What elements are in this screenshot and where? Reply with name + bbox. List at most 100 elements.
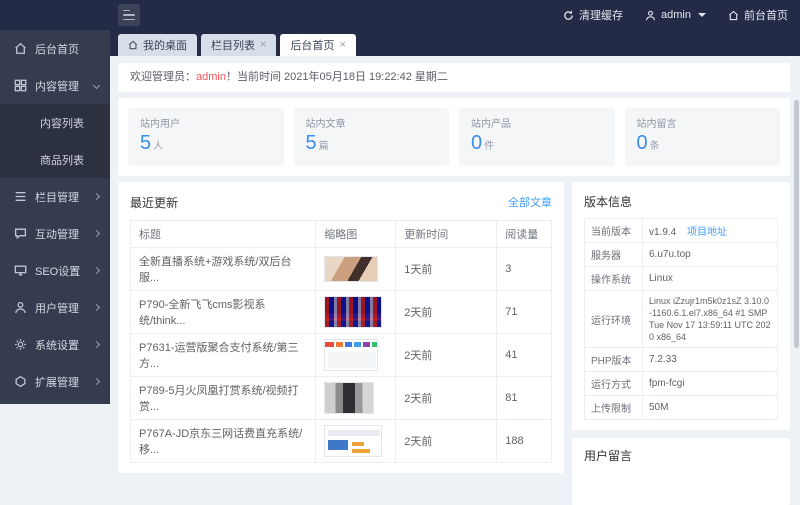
home-icon: [14, 42, 27, 55]
stat-unit: 篇: [319, 141, 329, 152]
stat-unit: 件: [484, 141, 494, 152]
sidebar-item-extension[interactable]: 扩展管理: [0, 363, 110, 400]
table-row[interactable]: 全新直播系统+游戏系统/双后台服... 1天前 3: [131, 248, 552, 291]
table-row: 服务器 6.u7u.top: [585, 243, 778, 267]
user-icon: [645, 10, 656, 21]
article-time: 2天前: [396, 420, 497, 463]
col-title: 标题: [131, 221, 316, 248]
table-row[interactable]: P790-全新飞飞cms影视系统/think... 2天前 71: [131, 291, 552, 334]
project-url-link[interactable]: 项目地址: [687, 227, 727, 238]
sidebar-item-label: 内容管理: [35, 78, 79, 94]
chevron-right-icon: [93, 267, 100, 274]
chevron-right-icon: [93, 304, 100, 311]
stat-value: 0: [637, 132, 648, 154]
frontend-home-button[interactable]: 前台首页: [728, 7, 788, 23]
table-row: 操作系统 Linux: [585, 267, 778, 291]
article-title[interactable]: 全新直播系统+游戏系统/双后台服...: [131, 248, 316, 291]
tab-admin-home[interactable]: 后台首页 ×: [280, 34, 355, 56]
tab-label: 栏目列表: [211, 37, 255, 53]
monitor-icon: [14, 264, 27, 277]
sidebar-item-seo[interactable]: SEO设置: [0, 252, 110, 289]
table-row: PHP版本 7.2.33: [585, 348, 778, 372]
article-title[interactable]: P789-5月火凤凰打赏系统/视频打赏...: [131, 377, 316, 420]
user-messages-panel: 用户留言: [572, 438, 790, 505]
sidebar-item-column[interactable]: 栏目管理: [0, 178, 110, 215]
chat-icon: [14, 227, 27, 240]
version-value: 6.u7u.top: [643, 243, 778, 267]
article-time: 1天前: [396, 248, 497, 291]
stat-label: 站内留言: [637, 115, 769, 130]
article-views: 188: [497, 420, 552, 463]
article-thumbnail: [324, 425, 382, 457]
chevron-right-icon: [93, 341, 100, 348]
sidebar-item-interaction[interactable]: 互动管理: [0, 215, 110, 252]
table-row: 运行环境 Linux iZzujr1m5k0z1sZ 3.10.0-1160.6…: [585, 291, 778, 348]
clear-cache-button[interactable]: 清理缓存: [563, 7, 623, 23]
recent-updates-panel: 最近更新 全部文章 标题 缩略图 更新时间 阅读量 全新直播系统+游戏系统/双后…: [118, 182, 564, 473]
article-time: 2天前: [396, 334, 497, 377]
sidebar-item-system[interactable]: 系统设置: [0, 326, 110, 363]
stat-card-articles: 站内文章 5篇: [294, 108, 450, 166]
stat-value: 0: [471, 132, 482, 154]
version-value: fpm-fcgi: [643, 372, 778, 396]
article-title[interactable]: P767A-JD京东三网话费直充系统/移...: [131, 420, 316, 463]
col-thumb: 缩略图: [316, 221, 396, 248]
article-thumbnail: [324, 296, 382, 328]
extension-icon: [14, 375, 27, 388]
table-row[interactable]: P767A-JD京东三网话费直充系统/移... 2天前 188: [131, 420, 552, 463]
table-row[interactable]: P789-5月火凤凰打赏系统/视频打赏... 2天前 81: [131, 377, 552, 420]
sidebar-item-dashboard[interactable]: 后台首页: [0, 30, 110, 67]
tab-my-desktop[interactable]: 我的桌面: [118, 34, 197, 56]
chevron-down-icon: [93, 82, 100, 89]
gear-icon: [14, 338, 27, 351]
version-info-panel: 版本信息 当前版本 v1.9.4 项目地址 服务器 6.u7u.top: [572, 182, 790, 430]
user-menu[interactable]: admin: [645, 9, 706, 21]
version-label: 服务器: [585, 243, 643, 267]
menu-toggle-icon[interactable]: [118, 4, 140, 26]
clear-cache-label: 清理缓存: [579, 7, 623, 23]
page-scrollbar[interactable]: [794, 100, 799, 348]
tab-label: 后台首页: [290, 37, 334, 53]
all-articles-link[interactable]: 全部文章: [508, 194, 552, 210]
welcome-username: admin: [196, 71, 226, 83]
col-views: 阅读量: [497, 221, 552, 248]
table-row[interactable]: P7631-运营版聚合支付系统/第三方... 2天前 41: [131, 334, 552, 377]
article-views: 71: [497, 291, 552, 334]
sidebar-item-content[interactable]: 内容管理: [0, 67, 110, 104]
welcome-bar: 欢迎管理员：admin！当前时间 2021年05月18日 19:22:42 星期…: [118, 63, 790, 92]
article-time: 2天前: [396, 291, 497, 334]
version-info-table: 当前版本 v1.9.4 项目地址 服务器 6.u7u.top 操作系统 Linu…: [584, 218, 778, 420]
home-icon: [728, 10, 739, 21]
refresh-icon: [563, 10, 574, 21]
sidebar-item-label: 互动管理: [35, 226, 79, 242]
tab-column-list[interactable]: 栏目列表 ×: [201, 34, 276, 56]
article-views: 3: [497, 248, 552, 291]
grid-icon: [14, 79, 27, 92]
sidebar-item-label: 后台首页: [35, 41, 79, 57]
frontend-home-label: 前台首页: [744, 7, 788, 23]
stats-panel: 站内用户 5人 站内文章 5篇 站内产品 0件 站内留言 0条: [118, 98, 790, 176]
recent-updates-title: 最近更新: [130, 194, 178, 211]
stat-unit: 条: [650, 141, 660, 152]
article-title[interactable]: P7631-运营版聚合支付系统/第三方...: [131, 334, 316, 377]
version-label: 运行环境: [585, 291, 643, 348]
chevron-right-icon: [93, 193, 100, 200]
close-icon[interactable]: ×: [339, 40, 345, 51]
stat-label: 站内产品: [471, 115, 603, 130]
tab-bar: 我的桌面 栏目列表 × 后台首页 ×: [110, 30, 800, 56]
list-icon: [14, 190, 27, 203]
recent-updates-table: 标题 缩略图 更新时间 阅读量 全新直播系统+游戏系统/双后台服... 1天前 …: [130, 220, 552, 463]
sidebar-item-label: 用户管理: [35, 300, 79, 316]
sidebar-item-users[interactable]: 用户管理: [0, 289, 110, 326]
version-value: 7.2.33: [643, 348, 778, 372]
sidebar-item-label: SEO设置: [35, 263, 80, 279]
stat-value: 5: [306, 132, 317, 154]
sidebar: 后台首页 内容管理 内容列表 商品列表 栏目管理 互动管理 SEO设置: [0, 30, 110, 404]
version-label: PHP版本: [585, 348, 643, 372]
article-title[interactable]: P790-全新飞飞cms影视系统/think...: [131, 291, 316, 334]
sidebar-item-goods-list[interactable]: 商品列表: [0, 141, 110, 178]
sidebar-submenu-content: 内容列表 商品列表: [0, 104, 110, 178]
sidebar-item-content-list[interactable]: 内容列表: [0, 104, 110, 141]
close-icon[interactable]: ×: [260, 40, 266, 51]
article-views: 41: [497, 334, 552, 377]
